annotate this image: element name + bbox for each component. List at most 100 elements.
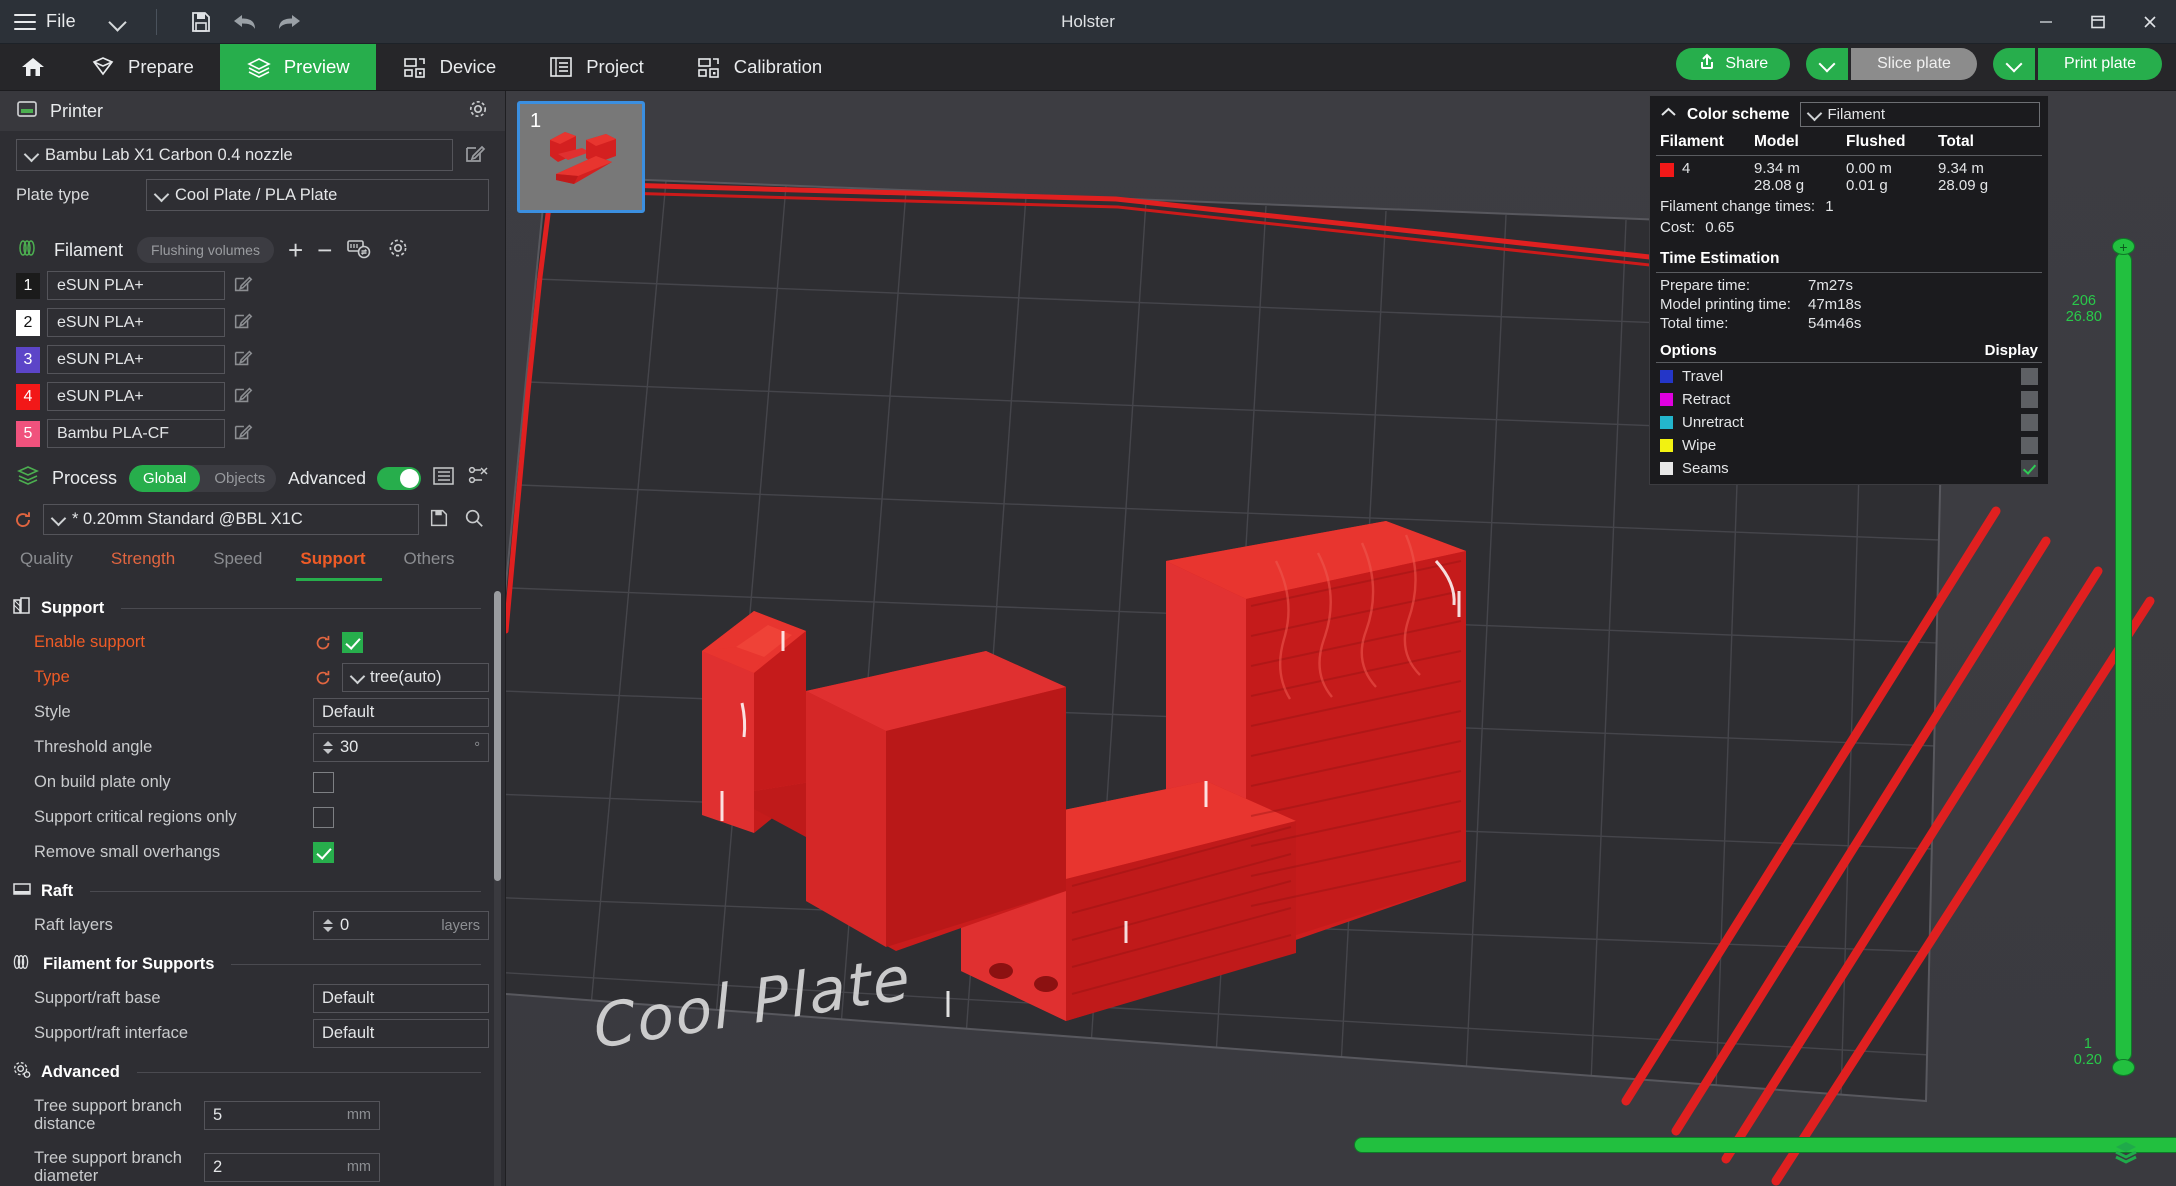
- enable-support-checkbox[interactable]: [342, 632, 363, 653]
- tree-branch-diameter-field[interactable]: 2 mm: [204, 1152, 380, 1182]
- wipe-display-checkbox[interactable]: [2021, 437, 2038, 454]
- retract-display-checkbox[interactable]: [2021, 391, 2038, 408]
- plate-type-select[interactable]: Cool Plate / PLA Plate: [146, 179, 489, 211]
- maximize-icon[interactable]: [2072, 0, 2124, 44]
- minimize-icon[interactable]: [2020, 0, 2072, 44]
- parameter-list-icon[interactable]: [432, 465, 456, 492]
- flushing-volumes-button[interactable]: Flushing volumes: [137, 237, 274, 263]
- slice-plate-split-button: Slice plate: [1806, 48, 1977, 80]
- on-build-plate-only-checkbox[interactable]: [313, 772, 334, 793]
- support-type-select[interactable]: tree(auto): [342, 663, 489, 692]
- chevron-down-icon[interactable]: [110, 14, 126, 30]
- reset-icon[interactable]: [313, 633, 333, 653]
- edit-filament-icon[interactable]: [232, 347, 258, 373]
- filament-slot-index[interactable]: 2: [16, 309, 40, 336]
- collapse-icon[interactable]: [1660, 106, 1677, 124]
- unretract-display-checkbox[interactable]: [2021, 414, 2038, 431]
- tab-prepare[interactable]: Prepare: [64, 44, 220, 90]
- view-layers-icon[interactable]: [2112, 1139, 2140, 1170]
- file-menu-button[interactable]: File: [14, 11, 76, 32]
- edit-filament-icon[interactable]: [232, 273, 258, 299]
- edit-filament-icon[interactable]: [232, 310, 258, 336]
- travel-display-checkbox[interactable]: [2021, 368, 2038, 385]
- filament-settings-gear-icon[interactable]: [386, 236, 410, 265]
- printer-settings-gear-icon[interactable]: [467, 98, 489, 125]
- project-icon: [548, 55, 574, 79]
- filament-slot-index[interactable]: 5: [16, 420, 40, 447]
- edit-printer-icon[interactable]: [463, 142, 489, 168]
- save-icon[interactable]: [179, 7, 223, 37]
- tab-calibration[interactable]: Calibration: [670, 44, 848, 90]
- process-tab-strength[interactable]: Strength: [107, 543, 191, 581]
- support-style-field[interactable]: Default: [313, 698, 489, 727]
- moves-slider[interactable]: 189: [1354, 1134, 2176, 1156]
- process-tab-speed[interactable]: Speed: [209, 543, 278, 581]
- settings-scrollbar-thumb[interactable]: [494, 591, 501, 881]
- stepper-arrows-icon[interactable]: [322, 919, 334, 932]
- close-icon[interactable]: [2124, 0, 2176, 44]
- compare-presets-icon[interactable]: [467, 465, 489, 492]
- layer-slider-upper-handle[interactable]: +: [2112, 238, 2135, 255]
- undo-icon[interactable]: [223, 7, 267, 37]
- printer-preset-value: Bambu Lab X1 Carbon 0.4 nozzle: [45, 145, 293, 164]
- filament-slot-name[interactable]: eSUN PLA+: [47, 382, 225, 411]
- slice-plate-dropdown[interactable]: [1806, 48, 1849, 80]
- option-label: Style: [34, 703, 71, 722]
- raft-layers-stepper[interactable]: 0 layers: [313, 911, 489, 940]
- printer-section-body: Bambu Lab X1 Carbon 0.4 nozzle Plate typ…: [0, 131, 505, 229]
- scope-global-button[interactable]: Global: [129, 464, 201, 492]
- process-preset-select[interactable]: * 0.20mm Standard @BBL X1C: [43, 504, 419, 535]
- remove-filament-button[interactable]: −: [317, 237, 332, 263]
- filament-slot-name[interactable]: eSUN PLA+: [47, 345, 225, 374]
- color-scheme-row: Color scheme Filament: [1650, 96, 2048, 131]
- share-button[interactable]: Share: [1676, 48, 1791, 80]
- tab-project[interactable]: Project: [522, 44, 670, 90]
- layer-slider[interactable]: +: [2110, 236, 2136, 1078]
- search-preset-icon[interactable]: [463, 507, 489, 533]
- process-tab-support[interactable]: Support: [296, 543, 382, 581]
- advanced-toggle[interactable]: [377, 466, 421, 490]
- settings-scrollbar[interactable]: [494, 591, 501, 1186]
- moves-slider-track[interactable]: [1354, 1137, 2176, 1153]
- layer-slider-lower-handle[interactable]: [2112, 1059, 2135, 1076]
- slicing-stats-panel: Color scheme Filament Filament Model Flu…: [1649, 95, 2049, 485]
- support-raft-interface-field[interactable]: Default: [313, 1019, 489, 1048]
- tree-branch-distance-field[interactable]: 5 mm: [204, 1100, 380, 1130]
- save-preset-icon[interactable]: [428, 507, 454, 533]
- filament-slot-name[interactable]: eSUN PLA+: [47, 271, 225, 300]
- col-total: Total: [1938, 133, 1974, 150]
- filament-slot-index[interactable]: 1: [16, 272, 40, 299]
- redo-icon[interactable]: [267, 7, 311, 37]
- edit-filament-icon[interactable]: [232, 421, 258, 447]
- support-critical-regions-only-checkbox[interactable]: [313, 807, 334, 828]
- tab-preview[interactable]: Preview: [219, 44, 376, 90]
- edit-filament-icon[interactable]: [232, 384, 258, 410]
- filament-slot-index[interactable]: 4: [16, 383, 40, 410]
- filament-slot-name[interactable]: eSUN PLA+: [47, 308, 225, 337]
- slice-plate-button[interactable]: Slice plate: [1851, 48, 1977, 80]
- reset-process-icon[interactable]: [12, 509, 34, 531]
- remove-small-overhangs-checkbox[interactable]: [313, 842, 334, 863]
- scope-objects-button[interactable]: Objects: [200, 465, 276, 492]
- color-scheme-select[interactable]: Filament: [1799, 102, 2040, 127]
- filament-slot-name[interactable]: Bambu PLA-CF: [47, 419, 225, 448]
- reset-icon[interactable]: [313, 668, 333, 688]
- print-plate-dropdown[interactable]: [1992, 48, 2035, 80]
- tab-device[interactable]: Device: [376, 44, 523, 90]
- threshold-angle-stepper[interactable]: 30 °: [313, 733, 489, 762]
- plate-thumbnail[interactable]: 1: [517, 101, 645, 213]
- tab-home[interactable]: [0, 44, 64, 90]
- print-plate-button[interactable]: Print plate: [2037, 48, 2162, 80]
- printer-preset-select[interactable]: Bambu Lab X1 Carbon 0.4 nozzle: [16, 139, 453, 171]
- support-raft-base-field[interactable]: Default: [313, 984, 489, 1013]
- filament-slot: 5 Bambu PLA-CF: [16, 419, 258, 448]
- layer-slider-track[interactable]: [2115, 252, 2132, 1062]
- sync-filament-icon[interactable]: [346, 236, 372, 265]
- filament-slot-index[interactable]: 3: [16, 346, 40, 373]
- process-tab-quality[interactable]: Quality: [16, 543, 89, 581]
- process-tab-others[interactable]: Others: [400, 543, 471, 581]
- 3d-viewport[interactable]: Cool Plate 1 Color scheme Filament Filam…: [506, 91, 2176, 1186]
- seams-display-checkbox[interactable]: [2021, 460, 2038, 477]
- add-filament-button[interactable]: +: [288, 237, 303, 263]
- stepper-arrows-icon[interactable]: [322, 741, 334, 754]
